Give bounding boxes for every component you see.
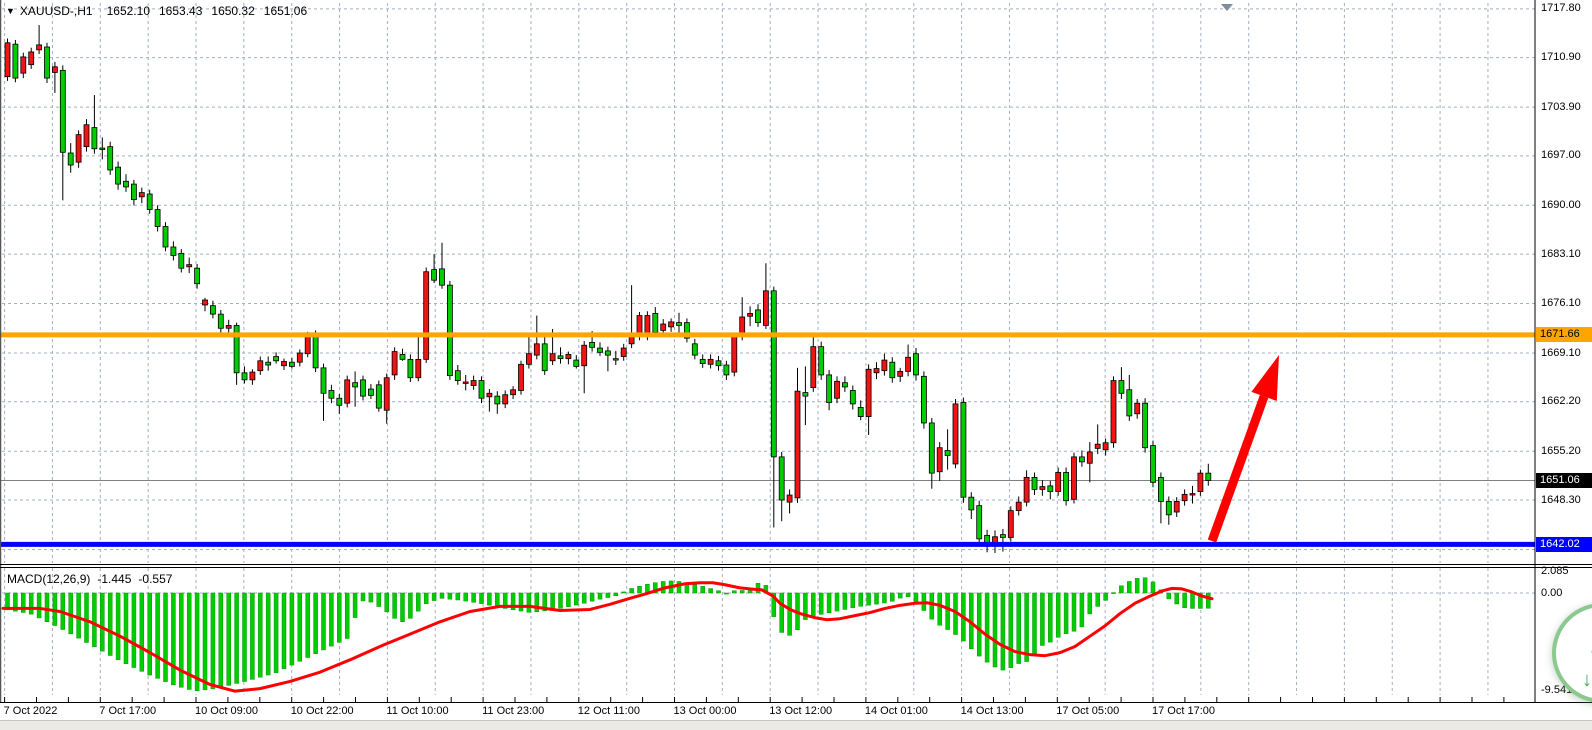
price-axis-label: 1655.20 <box>1541 445 1581 458</box>
quote-close: 1651.06 <box>264 4 307 18</box>
overlay-count-label: 5 <box>1556 615 1592 669</box>
time-axis-label: 12 Oct 11:00 <box>578 705 640 717</box>
time-axis-label: 7 Oct 17:00 <box>99 705 156 717</box>
price-axis-label: 1717.80 <box>1541 2 1581 15</box>
macd-axis-label: 0.00 <box>1541 587 1562 600</box>
macd-indicator-label: MACD(12,26,9) -1.445 -0.557 <box>7 572 179 586</box>
quote-high: 1653.43 <box>159 4 202 18</box>
chart-area[interactable] <box>0 0 1592 730</box>
chart-window: ▼XAUUSD-,H11652.101653.431650.321651.06 … <box>0 0 1592 730</box>
time-axis-label: 13 Oct 00:00 <box>674 705 737 717</box>
time-axis-label: 13 Oct 12:00 <box>769 705 832 717</box>
chart-header: ▼ XAUUSD-,H1 1652.10 1653.43 1650.32 1651.06 <box>6 4 316 18</box>
time-axis-label: 17 Oct 05:00 <box>1056 705 1119 717</box>
support-price-badge: 1642.02 <box>1536 537 1592 552</box>
symbol-dropdown-icon: ▼ <box>6 6 15 16</box>
time-axis-label: 7 Oct 2022 <box>4 705 58 717</box>
time-axis-label: 10 Oct 09:00 <box>195 705 258 717</box>
price-axis-label: 1669.10 <box>1541 347 1581 360</box>
price-axis-label: 1648.30 <box>1541 494 1581 507</box>
down-arrow-icon: ↓ <box>1582 669 1592 692</box>
macd-signal-value: -0.557 <box>138 572 172 586</box>
price-axis-label: 1683.10 <box>1541 248 1581 261</box>
macd-value: -1.445 <box>97 572 131 586</box>
time-axis-label: 10 Oct 22:00 <box>291 705 354 717</box>
price-axis-label: 1676.10 <box>1541 297 1581 310</box>
price-axis-label: 1703.90 <box>1541 101 1581 114</box>
price-axis-label: 1690.00 <box>1541 199 1581 212</box>
window-bottom-strip <box>0 720 1592 730</box>
time-axis-label: 14 Oct 01:00 <box>865 705 928 717</box>
time-axis-label: 17 Oct 17:00 <box>1152 705 1215 717</box>
quote-open: 1652.10 <box>107 4 150 18</box>
bid-price-badge: 1651.06 <box>1536 473 1592 488</box>
time-axis-label: 14 Oct 13:00 <box>961 705 1024 717</box>
macd-axis-label: 2.085 <box>1541 565 1569 578</box>
price-axis-label: 1662.20 <box>1541 395 1581 408</box>
price-axis-label: 1697.00 <box>1541 149 1581 162</box>
price-axis-label: 1710.90 <box>1541 51 1581 64</box>
time-axis-label: 11 Oct 10:00 <box>386 705 448 717</box>
macd-name: MACD(12,26,9) <box>7 572 90 586</box>
resistance-price-badge: 1671.66 <box>1536 327 1592 342</box>
symbol-label: XAUUSD-,H1 <box>20 4 93 18</box>
time-axis-label: 11 Oct 23:00 <box>482 705 544 717</box>
quote-low: 1650.32 <box>211 4 254 18</box>
